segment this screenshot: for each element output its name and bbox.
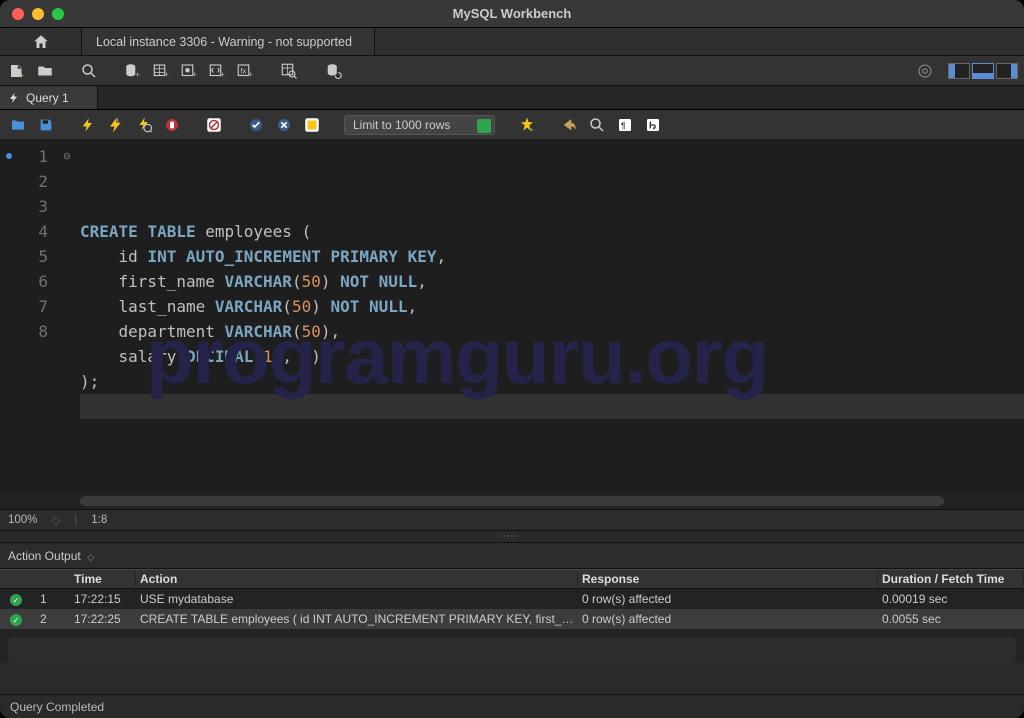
execute-current-button[interactable]: I xyxy=(106,115,126,135)
save-file-button[interactable] xyxy=(36,115,56,135)
window-status-bar: Query Completed xyxy=(0,694,1024,718)
toggle-right-panel[interactable] xyxy=(996,63,1018,79)
open-file-button[interactable] xyxy=(8,115,28,135)
row-duration: 0.00019 sec xyxy=(878,592,1024,606)
row-time: 17:22:15 xyxy=(70,592,136,606)
svg-text:fx: fx xyxy=(241,66,247,75)
svg-text:+: + xyxy=(164,70,169,79)
toggle-limits-button[interactable] xyxy=(302,115,322,135)
stop-button[interactable] xyxy=(162,115,182,135)
svg-text:+: + xyxy=(220,70,225,79)
row-limit-select[interactable]: Limit to 1000 rows xyxy=(344,115,495,135)
app-title: MySQL Workbench xyxy=(0,6,1024,21)
row-response: 0 row(s) affected xyxy=(578,612,878,626)
col-duration[interactable]: Duration / Fetch Time xyxy=(878,572,1024,586)
svg-text:+: + xyxy=(135,70,140,79)
svg-text:+: + xyxy=(19,70,24,79)
create-function-button[interactable]: fx+ xyxy=(234,60,256,82)
create-schema-button[interactable]: + xyxy=(122,60,144,82)
grid-footer-bar xyxy=(8,637,1016,663)
line-gutter: 12345678 xyxy=(0,140,58,493)
toggle-bottom-panel[interactable] xyxy=(972,63,994,79)
svg-text:I: I xyxy=(117,116,119,125)
new-sql-tab-button[interactable]: + xyxy=(6,60,28,82)
row-action: USE mydatabase xyxy=(136,592,578,606)
grid-row[interactable]: ✓ 2 17:22:25 CREATE TABLE employees ( id… xyxy=(0,609,1024,629)
minimize-window-button[interactable] xyxy=(32,8,44,20)
query-tab-bar: Query 1 xyxy=(0,86,1024,110)
connection-tab[interactable]: Local instance 3306 - Warning - not supp… xyxy=(82,28,375,55)
grid-header-row: Time Action Response Duration / Fetch Ti… xyxy=(0,569,1024,589)
connection-tab-bar: Local instance 3306 - Warning - not supp… xyxy=(0,28,1024,56)
col-action[interactable]: Action xyxy=(136,572,578,586)
toggle-invisible-button[interactable] xyxy=(587,115,607,135)
svg-text:+: + xyxy=(192,70,197,79)
col-response[interactable]: Response xyxy=(578,572,878,586)
toggle-wrap-button[interactable]: ¶ xyxy=(615,115,635,135)
zoom-window-button[interactable] xyxy=(52,8,64,20)
status-ok-icon: ✓ xyxy=(10,594,22,606)
output-type-select[interactable]: Action Output xyxy=(8,549,94,563)
editor-toolbar: I Limit to 1000 rows + ¶ xyxy=(0,110,1024,140)
explain-button[interactable] xyxy=(134,115,154,135)
execute-button[interactable] xyxy=(78,115,98,135)
close-window-button[interactable] xyxy=(12,8,24,20)
app-window: MySQL Workbench Local instance 3306 - Wa… xyxy=(0,0,1024,718)
commit-button[interactable] xyxy=(246,115,266,135)
open-sql-button[interactable] xyxy=(34,60,56,82)
action-output-grid: Time Action Response Duration / Fetch Ti… xyxy=(0,569,1024,663)
status-text: Query Completed xyxy=(10,700,104,714)
beautify-button[interactable]: + xyxy=(517,115,537,135)
home-tab[interactable] xyxy=(0,28,82,55)
title-bar: MySQL Workbench xyxy=(0,0,1024,28)
reconnect-button[interactable] xyxy=(322,60,344,82)
snippets-button[interactable] xyxy=(643,115,663,135)
row-limit-label: Limit to 1000 rows xyxy=(353,118,450,132)
inspector-button[interactable] xyxy=(78,60,100,82)
row-time: 17:22:25 xyxy=(70,612,136,626)
settings-button[interactable] xyxy=(914,60,936,82)
editor-status-bar: 100% ◇ | 1:8 xyxy=(0,509,1024,531)
find-button[interactable] xyxy=(559,115,579,135)
row-action: CREATE TABLE employees ( id INT AUTO_INC… xyxy=(136,612,578,626)
row-duration: 0.0055 sec xyxy=(878,612,1024,626)
output-panel-header: Action Output xyxy=(0,543,1024,569)
horizontal-splitter[interactable] xyxy=(0,531,1024,543)
create-view-button[interactable]: + xyxy=(178,60,200,82)
connection-tab-label: Local instance 3306 - Warning - not supp… xyxy=(96,35,352,49)
rollback-button[interactable] xyxy=(274,115,294,135)
query-tab[interactable]: Query 1 xyxy=(0,86,98,109)
fold-gutter: ⊖ xyxy=(58,140,76,493)
svg-text:+: + xyxy=(530,124,535,133)
grid-row[interactable]: ✓ 1 17:22:15 USE mydatabase 0 row(s) aff… xyxy=(0,589,1024,609)
home-icon xyxy=(32,33,50,51)
search-table-button[interactable] xyxy=(278,60,300,82)
zoom-level[interactable]: 100% xyxy=(8,514,37,526)
create-procedure-button[interactable]: + xyxy=(206,60,228,82)
lightning-icon xyxy=(8,92,20,104)
sql-editor[interactable]: 12345678 ⊖ programguru.org CREATE TABLE … xyxy=(0,140,1024,493)
create-table-button[interactable]: + xyxy=(150,60,172,82)
row-index: 1 xyxy=(36,592,70,606)
query-tab-label: Query 1 xyxy=(26,91,69,105)
svg-text:+: + xyxy=(248,70,253,79)
main-toolbar: + + + + + fx+ xyxy=(0,56,1024,86)
toggle-left-panel[interactable] xyxy=(948,63,970,79)
row-index: 2 xyxy=(36,612,70,626)
col-time[interactable]: Time xyxy=(70,572,136,586)
zoom-divider: ◇ xyxy=(51,513,60,527)
svg-text:¶: ¶ xyxy=(621,121,626,130)
toggle-autocommit-button[interactable] xyxy=(204,115,224,135)
row-response: 0 row(s) affected xyxy=(578,592,878,606)
editor-horizontal-scrollbar[interactable] xyxy=(0,493,1024,509)
panel-toggle-group xyxy=(948,63,1018,79)
code-area[interactable]: programguru.org CREATE TABLE employees (… xyxy=(76,140,1024,493)
status-ok-icon: ✓ xyxy=(10,614,22,626)
cursor-position: 1:8 xyxy=(91,514,107,526)
